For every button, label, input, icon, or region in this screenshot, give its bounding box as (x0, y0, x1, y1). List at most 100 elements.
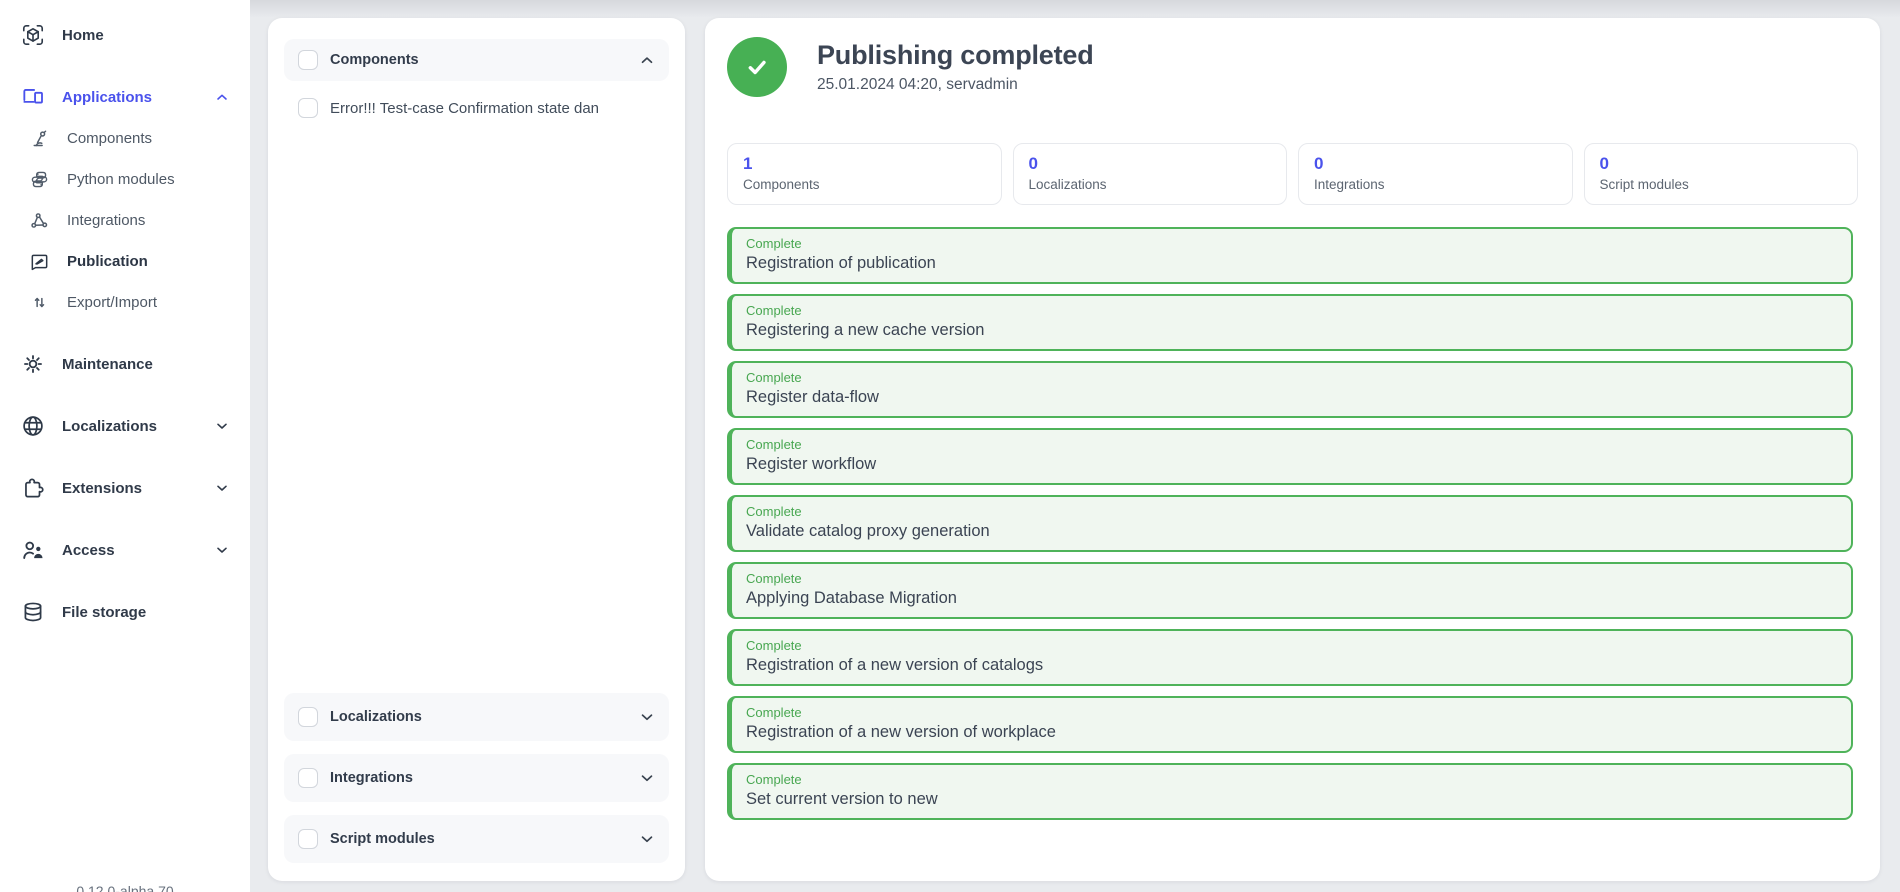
chevron-up-icon[interactable] (638, 51, 656, 69)
globe-icon (20, 413, 46, 439)
filter-section-localizations[interactable]: Localizations (284, 693, 669, 741)
sidebar-item-applications[interactable]: Applications (0, 76, 250, 118)
section-label: Script modules (330, 831, 435, 847)
step-applying-database-migration: Complete Applying Database Migration (727, 562, 1853, 619)
sidebar-item-components[interactable]: Components (0, 118, 250, 159)
stat-card-integrations[interactable]: 0 Integrations (1298, 143, 1573, 205)
content-area: Components Error!!! Test-case Confirmati… (250, 0, 1900, 892)
step-status-badge: Complete (746, 772, 1837, 787)
step-status-badge: Complete (746, 638, 1837, 653)
publication-filter-panel: Components Error!!! Test-case Confirmati… (268, 18, 685, 881)
step-name: Registration of a new version of workpla… (746, 723, 1837, 742)
stat-value: 1 (743, 154, 986, 174)
success-check-icon (727, 37, 787, 97)
app-root: Home Applications Components (0, 0, 1900, 892)
step-name: Registration of a new version of catalog… (746, 656, 1837, 675)
step-status-badge: Complete (746, 236, 1837, 251)
publication-header-text: Publishing completed 25.01.2024 04:20, s… (817, 40, 1094, 94)
localizations-checkbox[interactable] (298, 707, 318, 727)
sidebar-item-localizations[interactable]: Localizations (0, 405, 250, 447)
step-status-badge: Complete (746, 370, 1837, 385)
page-title: Publishing completed (817, 40, 1094, 71)
robot-arm-icon (29, 128, 50, 149)
puzzle-icon (20, 475, 46, 501)
section-label: Components (330, 52, 419, 68)
step-register-data-flow: Complete Register data-flow (727, 361, 1853, 418)
component-list-item[interactable]: Error!!! Test-case Confirmation state da… (284, 98, 669, 118)
step-registration-new-version-catalogs: Complete Registration of a new version o… (727, 629, 1853, 686)
sidebar-item-publication[interactable]: Publication (0, 241, 250, 282)
sidebar-item-label: Integrations (67, 212, 145, 229)
step-name: Set current version to new (746, 790, 1837, 809)
sidebar-item-label: File storage (62, 604, 146, 621)
step-status-badge: Complete (746, 303, 1837, 318)
stat-label: Integrations (1314, 177, 1557, 192)
stat-card-script-modules[interactable]: 0 Script modules (1584, 143, 1859, 205)
sidebar-item-label: Localizations (62, 418, 157, 435)
sidebar-item-extensions[interactable]: Extensions (0, 467, 250, 509)
step-status-badge: Complete (746, 571, 1837, 586)
stat-label: Script modules (1600, 177, 1843, 192)
stat-card-localizations[interactable]: 0 Localizations (1013, 143, 1288, 205)
step-registration-new-version-workplace: Complete Registration of a new version o… (727, 696, 1853, 753)
step-status-badge: Complete (746, 705, 1837, 720)
filter-section-script-modules[interactable]: Script modules (284, 815, 669, 863)
step-status-badge: Complete (746, 437, 1837, 452)
chevron-down-icon[interactable] (638, 830, 656, 848)
stat-label: Components (743, 177, 986, 192)
sidebar-item-maintenance[interactable]: Maintenance (0, 343, 250, 385)
component-item-label: Error!!! Test-case Confirmation state da… (330, 100, 599, 117)
sidebar: Home Applications Components (0, 0, 250, 892)
step-registration-of-publication: Complete Registration of publication (727, 227, 1853, 284)
applications-icon (20, 84, 46, 110)
step-registering-new-cache-version: Complete Registering a new cache version (727, 294, 1853, 351)
section-label: Integrations (330, 770, 413, 786)
sidebar-item-label: Maintenance (62, 356, 153, 373)
sidebar-item-label: Export/Import (67, 294, 157, 311)
database-icon (20, 599, 46, 625)
sidebar-item-python-modules[interactable]: Python modules (0, 159, 250, 200)
section-label: Localizations (330, 709, 422, 725)
chevron-down-icon (214, 480, 230, 496)
sidebar-item-label: Applications (62, 89, 152, 106)
component-item-checkbox[interactable] (298, 98, 318, 118)
sidebar-item-export-import[interactable]: Export/Import (0, 282, 250, 323)
chevron-up-icon (214, 89, 230, 105)
step-name: Validate catalog proxy generation (746, 522, 1837, 541)
app-version: 0.12.0-alpha.70 (0, 883, 250, 892)
sidebar-item-access[interactable]: Access (0, 529, 250, 571)
step-status-badge: Complete (746, 504, 1837, 519)
components-checkbox[interactable] (298, 50, 318, 70)
integrations-checkbox[interactable] (298, 768, 318, 788)
sidebar-item-label: Publication (67, 253, 148, 270)
step-register-workflow: Complete Register workflow (727, 428, 1853, 485)
step-name: Registration of publication (746, 254, 1837, 273)
chevron-down-icon[interactable] (638, 769, 656, 787)
stat-value: 0 (1600, 154, 1843, 174)
publication-steps-list: Complete Registration of publication Com… (727, 227, 1853, 820)
stat-card-components[interactable]: 1 Components (727, 143, 1002, 205)
export-import-arrows-icon (29, 292, 50, 313)
chevron-down-icon[interactable] (638, 708, 656, 726)
home-cube-icon (20, 22, 46, 48)
publication-meta: 25.01.2024 04:20, servadmin (817, 76, 1094, 94)
publication-header: Publishing completed 25.01.2024 04:20, s… (727, 37, 1858, 97)
filter-panel-spacer (284, 118, 669, 693)
stats-row: 1 Components 0 Localizations 0 Integrati… (727, 143, 1858, 205)
filter-section-components[interactable]: Components (284, 39, 669, 81)
chevron-down-icon (214, 418, 230, 434)
sidebar-item-label: Home (62, 27, 104, 44)
step-validate-catalog-proxy-generation: Complete Validate catalog proxy generati… (727, 495, 1853, 552)
chevron-down-icon (214, 542, 230, 558)
sidebar-item-label: Access (62, 542, 115, 559)
script-modules-checkbox[interactable] (298, 829, 318, 849)
stat-value: 0 (1314, 154, 1557, 174)
sidebar-item-integrations[interactable]: Integrations (0, 200, 250, 241)
collapsed-sections: Localizations Integrations Script module… (284, 693, 669, 863)
filter-section-integrations[interactable]: Integrations (284, 754, 669, 802)
python-icon (29, 169, 50, 190)
sidebar-item-file-storage[interactable]: File storage (0, 591, 250, 633)
sidebar-item-home[interactable]: Home (0, 14, 250, 56)
publication-result-panel: Publishing completed 25.01.2024 04:20, s… (705, 18, 1880, 881)
people-icon (20, 537, 46, 563)
